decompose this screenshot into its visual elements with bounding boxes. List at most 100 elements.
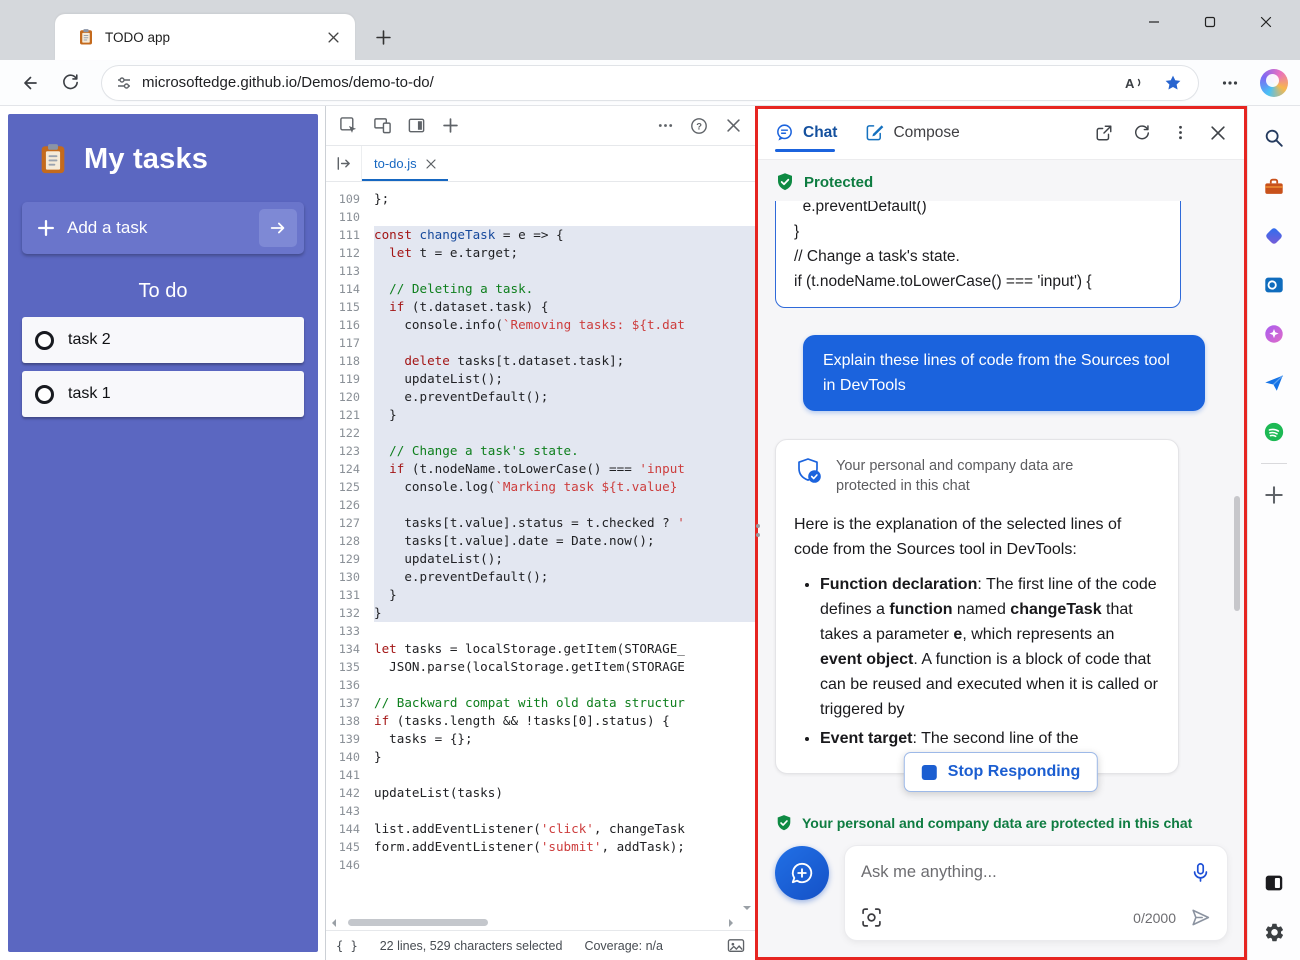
line-number[interactable]: 116 bbox=[326, 316, 374, 334]
copilot-more-icon[interactable] bbox=[1163, 116, 1197, 150]
code-line[interactable]: 114 // Deleting a task. bbox=[326, 280, 755, 298]
code-line[interactable]: 130 e.preventDefault(); bbox=[326, 568, 755, 586]
line-number[interactable]: 130 bbox=[326, 568, 374, 586]
line-number[interactable]: 120 bbox=[326, 388, 374, 406]
code-line[interactable]: 131 } bbox=[326, 586, 755, 604]
line-number[interactable]: 109 bbox=[326, 190, 374, 208]
code-line[interactable]: 120 e.preventDefault(); bbox=[326, 388, 755, 406]
line-number[interactable]: 145 bbox=[326, 838, 374, 856]
back-button[interactable] bbox=[12, 66, 48, 100]
line-number[interactable]: 134 bbox=[326, 640, 374, 658]
device-toolbar-icon[interactable] bbox=[366, 111, 398, 141]
dock-side-icon[interactable] bbox=[400, 111, 432, 141]
line-number[interactable]: 146 bbox=[326, 856, 374, 874]
task-row[interactable]: task 1 bbox=[22, 371, 304, 417]
search-icon[interactable] bbox=[1256, 120, 1292, 156]
code-editor[interactable]: 109};110 111const changeTask = e => {112… bbox=[326, 182, 755, 930]
line-number[interactable]: 139 bbox=[326, 730, 374, 748]
sidebar-resize-handle[interactable] bbox=[756, 524, 760, 537]
line-number[interactable]: 137 bbox=[326, 694, 374, 712]
chat-input-card[interactable]: 0/2000 bbox=[845, 846, 1227, 940]
task-checkbox[interactable] bbox=[35, 385, 54, 404]
code-line[interactable]: 138if (tasks.length && !tasks[0].status)… bbox=[326, 712, 755, 730]
code-line[interactable]: 110 bbox=[326, 208, 755, 226]
line-number[interactable]: 110 bbox=[326, 208, 374, 226]
favorite-star-icon[interactable] bbox=[1158, 69, 1188, 97]
inspect-element-icon[interactable] bbox=[332, 111, 364, 141]
task-row[interactable]: task 2 bbox=[22, 317, 304, 363]
settings-more-icon[interactable] bbox=[1212, 66, 1248, 100]
code-line[interactable]: 118 delete tasks[t.dataset.task]; bbox=[326, 352, 755, 370]
toolbox-icon[interactable] bbox=[1256, 169, 1292, 205]
chat-input[interactable] bbox=[861, 863, 1180, 882]
refresh-chat-icon[interactable] bbox=[1125, 116, 1159, 150]
code-line[interactable]: 128 tasks[t.value].date = Date.now(); bbox=[326, 532, 755, 550]
devtools-close-icon[interactable] bbox=[717, 111, 749, 141]
microsoft-365-icon[interactable] bbox=[1256, 218, 1292, 254]
line-number[interactable]: 128 bbox=[326, 532, 374, 550]
code-line[interactable]: 145form.addEventListener('submit', addTa… bbox=[326, 838, 755, 856]
code-line[interactable]: 136 bbox=[326, 676, 755, 694]
code-line[interactable]: 137// Backward compat with old data stru… bbox=[326, 694, 755, 712]
code-line[interactable]: 113 bbox=[326, 262, 755, 280]
code-line[interactable]: 121 } bbox=[326, 406, 755, 424]
outlook-icon[interactable] bbox=[1256, 267, 1292, 303]
code-line[interactable]: 109}; bbox=[326, 190, 755, 208]
microphone-icon[interactable] bbox=[1190, 862, 1211, 883]
add-task-submit-button[interactable] bbox=[259, 209, 297, 247]
code-line[interactable]: 141 bbox=[326, 766, 755, 784]
line-number[interactable]: 129 bbox=[326, 550, 374, 568]
copilot-toolbar-icon[interactable] bbox=[1260, 69, 1288, 97]
chat-scroll-area[interactable]: e.preventDefault()}// Change a task's st… bbox=[755, 201, 1247, 804]
file-tab-to-do-js[interactable]: to-do.js bbox=[362, 146, 448, 181]
horizontal-scroll-thumb[interactable] bbox=[348, 919, 488, 926]
code-line[interactable]: 146 bbox=[326, 856, 755, 874]
code-line[interactable]: 134let tasks = localStorage.getItem(STOR… bbox=[326, 640, 755, 658]
task-checkbox[interactable] bbox=[35, 331, 54, 350]
line-number[interactable]: 119 bbox=[326, 370, 374, 388]
add-tool-icon[interactable] bbox=[434, 111, 466, 141]
line-number[interactable]: 132 bbox=[326, 604, 374, 622]
drop-icon[interactable] bbox=[1256, 365, 1292, 401]
tab-chat[interactable]: Chat bbox=[775, 106, 837, 159]
chat-scrollbar-thumb[interactable] bbox=[1234, 496, 1240, 611]
code-line[interactable]: 111const changeTask = e => { bbox=[326, 226, 755, 244]
screenshot-status-icon[interactable] bbox=[727, 938, 745, 954]
code-line[interactable]: 116 console.info(`Removing tasks: ${t.da… bbox=[326, 316, 755, 334]
scroll-left-arrow[interactable] bbox=[326, 915, 342, 930]
line-number[interactable]: 126 bbox=[326, 496, 374, 514]
code-line[interactable]: 126 bbox=[326, 496, 755, 514]
scroll-down-arrow[interactable] bbox=[740, 899, 754, 913]
copilot-close-icon[interactable] bbox=[1201, 116, 1235, 150]
code-line[interactable]: 144list.addEventListener('click', change… bbox=[326, 820, 755, 838]
line-number[interactable]: 113 bbox=[326, 262, 374, 280]
browser-tab[interactable]: TODO app bbox=[55, 14, 355, 60]
line-number[interactable]: 135 bbox=[326, 658, 374, 676]
file-tab-close-icon[interactable] bbox=[426, 159, 436, 169]
read-aloud-icon[interactable]: A bbox=[1118, 69, 1148, 97]
line-number[interactable]: 118 bbox=[326, 352, 374, 370]
open-in-new-window-icon[interactable] bbox=[1087, 116, 1121, 150]
code-line[interactable]: 115 if (t.dataset.task) { bbox=[326, 298, 755, 316]
line-number[interactable]: 111 bbox=[326, 226, 374, 244]
devtools-help-icon[interactable]: ? bbox=[683, 111, 715, 141]
line-number[interactable]: 115 bbox=[326, 298, 374, 316]
code-line[interactable]: 119 updateList(); bbox=[326, 370, 755, 388]
screenshot-capture-icon[interactable] bbox=[861, 907, 882, 928]
line-number[interactable]: 112 bbox=[326, 244, 374, 262]
add-task-field[interactable]: Add a task bbox=[22, 202, 304, 254]
line-number[interactable]: 127 bbox=[326, 514, 374, 532]
line-number[interactable]: 138 bbox=[326, 712, 374, 730]
send-icon[interactable] bbox=[1190, 907, 1211, 928]
code-line[interactable]: 129 updateList(); bbox=[326, 550, 755, 568]
refresh-button[interactable] bbox=[52, 66, 88, 100]
code-line[interactable]: 112 let t = e.target; bbox=[326, 244, 755, 262]
code-line[interactable]: 127 tasks[t.value].status = t.checked ? … bbox=[326, 514, 755, 532]
line-number[interactable]: 142 bbox=[326, 784, 374, 802]
new-topic-button[interactable] bbox=[775, 846, 829, 900]
minimize-button[interactable] bbox=[1126, 0, 1182, 44]
add-sidebar-app-icon[interactable] bbox=[1256, 477, 1292, 513]
code-line[interactable]: 123 // Change a task's state. bbox=[326, 442, 755, 460]
line-number[interactable]: 121 bbox=[326, 406, 374, 424]
line-number[interactable]: 144 bbox=[326, 820, 374, 838]
